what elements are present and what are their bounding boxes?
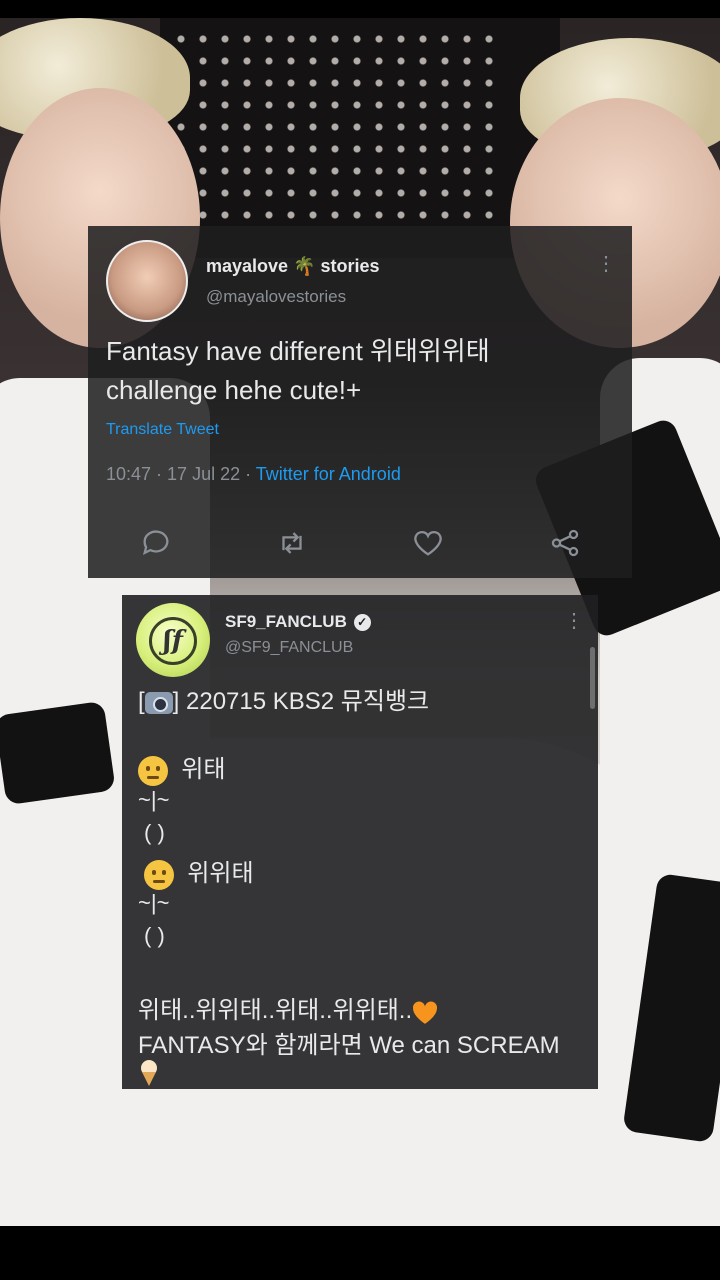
top-black-bar xyxy=(0,0,720,18)
tweet-line-text: 위태..위위태..위태..위위태.. xyxy=(138,997,413,1024)
timestamp: 10:47 · 17 Jul 22 · xyxy=(106,464,256,484)
bracket: [ xyxy=(138,688,145,715)
tweet-meta: 10:47 · 17 Jul 22 · Twitter for Android xyxy=(106,464,401,485)
username[interactable]: @mayalovestories xyxy=(206,287,346,307)
tweet-line-text: 위위태 xyxy=(187,860,254,887)
more-options-icon[interactable]: ⋮ xyxy=(564,611,584,631)
reply-icon[interactable] xyxy=(139,526,173,560)
source-link[interactable]: Twitter for Android xyxy=(256,464,401,484)
sf9-logo-icon: ʃf xyxy=(149,617,197,665)
like-heart-icon[interactable] xyxy=(411,526,445,560)
neutral-face-icon xyxy=(144,859,174,890)
verified-badge-icon: ✓ xyxy=(353,614,371,632)
tweet-card-sf9-fanclub[interactable]: ʃf SF9_FANCLUB ✓ @SF9_FANCLUB ⋮ [ ] 22071… xyxy=(122,595,598,1089)
share-icon[interactable] xyxy=(548,526,582,560)
tweet-line: FANTASY와 함께라면 We can SCREAM xyxy=(138,1032,560,1059)
bg-led-dots xyxy=(170,28,500,228)
avatar[interactable]: ʃf xyxy=(136,603,210,677)
tweet-line: ~|~ xyxy=(138,890,170,915)
tweet-line: ~|~ xyxy=(138,787,170,812)
retweet-icon[interactable] xyxy=(275,526,309,560)
tweet-text-line: challenge hehe cute!+ xyxy=(106,375,362,405)
more-options-icon[interactable]: ⋮ xyxy=(596,254,616,274)
ice-cream-icon xyxy=(138,1059,160,1087)
tweet-line: 위태..위위태..위태..위위태.. xyxy=(138,990,438,1025)
username[interactable]: @SF9_FANCLUB xyxy=(225,639,353,657)
tweet-line: ( ) xyxy=(144,923,165,948)
tweet-line: 위위태 xyxy=(144,853,254,890)
tweet-line: 위태 xyxy=(138,749,226,786)
avatar[interactable] xyxy=(106,240,188,322)
scrollbar[interactable] xyxy=(590,647,595,709)
tweet-line xyxy=(138,1058,160,1087)
bg-phone-left xyxy=(0,700,116,806)
bottom-black-bar xyxy=(0,1226,720,1280)
neutral-face-icon xyxy=(138,755,168,786)
tweet-line-text: ] 220715 KBS2 뮤직뱅크 xyxy=(172,688,430,715)
camera-icon xyxy=(144,691,173,714)
tweet-text: Fantasy have different 위태위위태 challenge h… xyxy=(106,332,490,410)
orange-heart-icon xyxy=(412,1001,438,1024)
display-name[interactable]: SF9_FANCLUB ✓ xyxy=(225,612,371,632)
tweet-line-text: 위태 xyxy=(181,756,226,783)
tweet-line: [ ] 220715 KBS2 뮤직뱅크 xyxy=(138,681,429,716)
display-name[interactable]: mayalove 🌴 stories xyxy=(206,256,380,277)
translate-tweet-link[interactable]: Translate Tweet xyxy=(106,421,219,439)
tweet-text-line: Fantasy have different 위태위위태 xyxy=(106,336,490,366)
tweet-card-mayalove[interactable]: mayalove 🌴 stories @mayalovestories ⋮ Fa… xyxy=(88,226,632,578)
tweet-line: ( ) xyxy=(144,820,165,845)
display-name-text: SF9_FANCLUB xyxy=(225,612,347,631)
